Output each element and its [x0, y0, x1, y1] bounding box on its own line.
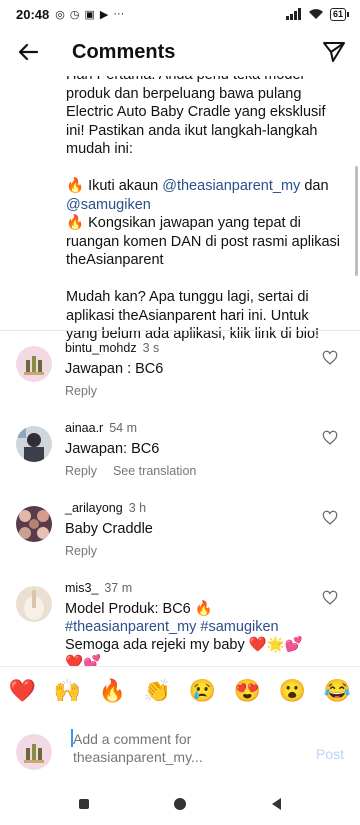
comment-author[interactable]: ainaa.r 54 m: [65, 421, 137, 435]
emoji-button[interactable]: 😍: [232, 678, 264, 704]
page-title: Comments: [72, 40, 176, 63]
comment-item: mis3_ 37 m Model Produk: BC6 🔥 #theasianp…: [0, 578, 360, 666]
mention-link[interactable]: @theasianparent_my: [162, 178, 300, 194]
caption-line: aplikasi theAsianparent hari ini. Untuk: [66, 307, 309, 324]
emoji-button[interactable]: 👏: [142, 678, 174, 704]
timestamp: 54 m: [109, 421, 138, 435]
comment-text: Jawapan: BC6: [65, 441, 160, 457]
timestamp: 3 s: [142, 341, 160, 355]
system-nav-bar: [0, 782, 360, 825]
comment-author[interactable]: bintu_mohdz 3 s: [65, 341, 159, 355]
notification-icons: ◎ ◷ ▣ ▶ ···: [55, 8, 124, 21]
caption-line: theAsianparent: [66, 252, 164, 268]
avatar[interactable]: [16, 426, 52, 462]
square-icon: [79, 798, 89, 809]
caption-line: Hari Pertama. Anda perlu teka model: [66, 76, 346, 85]
heart-icon[interactable]: [322, 590, 338, 606]
username[interactable]: mis3_: [65, 581, 98, 595]
comment-actions: Reply: [65, 384, 97, 398]
emoji-button[interactable]: ❤️: [7, 678, 39, 704]
heart-icon[interactable]: [322, 350, 338, 366]
whatsapp-icon: ◎: [55, 8, 65, 21]
comment-author[interactable]: mis3_ 37 m: [65, 581, 132, 595]
reply-button[interactable]: Reply: [65, 544, 97, 558]
caption-line: produk dan berpeluang bawa pulang: [66, 85, 302, 102]
battery-icon: 61: [329, 7, 350, 21]
post-caption: Hari Pertama. Anda perlu teka model prod…: [66, 76, 346, 344]
emoji-button[interactable]: 😂: [322, 678, 354, 704]
comment-item: ainaa.r 54 m Jawapan: BC6 Reply See transl…: [0, 418, 360, 498]
divider: [0, 330, 360, 331]
status-bar: 20:48 ◎ ◷ ▣ ▶ ··· 61: [0, 0, 360, 28]
avatar[interactable]: [16, 506, 52, 542]
comment-actions: Reply See translation: [65, 464, 196, 478]
share-button[interactable]: [308, 28, 360, 76]
comments-list[interactable]: Hari Pertama. Anda perlu teka model prod…: [0, 76, 360, 666]
status-time: 20:48: [16, 6, 50, 22]
comment-actions: Reply: [65, 544, 97, 558]
caption-line: 🔥 Ikuti akaun @theasianparent_my dan: [66, 177, 346, 196]
caption-line: mudah ini:: [66, 141, 133, 157]
timestamp: 37 m: [104, 581, 133, 595]
comment-input[interactable]: [73, 730, 293, 766]
scrollbar[interactable]: [355, 166, 358, 276]
heart-icon[interactable]: [322, 430, 338, 446]
emoji-button[interactable]: 😮: [277, 678, 309, 704]
triangle-back-icon: [272, 797, 281, 810]
heart-icon[interactable]: [322, 510, 338, 526]
comment-composer: Post: [0, 714, 360, 782]
emoji-button[interactable]: 🙌: [52, 678, 84, 704]
reply-button[interactable]: Reply: [65, 384, 97, 398]
comment-line: Model Produk: BC6 🔥: [65, 601, 213, 617]
back-button[interactable]: [0, 28, 56, 76]
emoji-button[interactable]: 😢: [187, 678, 219, 704]
comment-author[interactable]: _arilayong 3 h: [65, 501, 146, 515]
more-dots-icon: ···: [113, 8, 125, 20]
see-translation-button[interactable]: See translation: [113, 464, 196, 478]
sim-icon: ▣: [84, 8, 95, 21]
caption-line: ini! Pastikan anda ikut langkah-langkah: [66, 122, 318, 139]
emoji-quick-bar: ❤️ 🙌 🔥 👏 😢 😍 😮 😂: [0, 666, 360, 714]
caption-line: ruangan komen DAN di post rasmi aplikasi: [66, 233, 341, 250]
recents-button[interactable]: [72, 792, 96, 816]
avatar[interactable]: [16, 586, 52, 622]
comment-text: Baby Craddle: [65, 521, 153, 537]
reply-button[interactable]: Reply: [65, 464, 97, 478]
circle-icon: [174, 797, 186, 810]
comment-text: Model Produk: BC6 🔥 #theasianparent_my #…: [65, 600, 325, 666]
caption-text: dan: [300, 178, 329, 194]
avatar[interactable]: [16, 346, 52, 382]
post-button[interactable]: Post: [316, 746, 344, 762]
comment-item: _arilayong 3 h Baby Craddle Reply: [0, 498, 360, 578]
caption-line: Mudah kan? Apa tunggu lagi, sertai di: [66, 289, 309, 305]
back-nav-button[interactable]: [264, 792, 288, 816]
mention-link[interactable]: @samugiken: [66, 197, 151, 213]
clock-icon: ◷: [69, 8, 80, 21]
username[interactable]: _arilayong: [65, 501, 123, 515]
signal-icon: [285, 8, 301, 20]
caption-text: 🔥 Ikuti akaun: [66, 178, 163, 194]
play-icon: ▶: [99, 8, 109, 21]
wifi-icon: [308, 9, 323, 19]
caption-line: Electric Auto Baby Cradle yang eksklusif: [66, 104, 326, 120]
emoji-button[interactable]: 🔥: [97, 678, 129, 704]
username[interactable]: ainaa.r: [65, 421, 103, 435]
timestamp: 3 h: [128, 501, 147, 515]
caption-line: 🔥 Kongsikan jawapan yang tepat di: [66, 215, 301, 231]
comment-text: Jawapan : BC6: [65, 361, 164, 377]
paper-plane-icon: [323, 42, 345, 62]
comment-item: bintu_mohdz 3 s Jawapan : BC6 Reply: [0, 338, 360, 418]
arrow-left-icon: [18, 43, 39, 61]
my-avatar: [16, 734, 52, 770]
home-button[interactable]: [168, 792, 192, 816]
caption-line: @samugiken: [66, 196, 346, 215]
header: Comments: [0, 28, 360, 76]
comment-line: ❤️💕: [65, 655, 102, 666]
comment-line: Semoga ada rejeki my baby ❤️🌟💕: [65, 637, 303, 653]
username[interactable]: bintu_mohdz: [65, 341, 137, 355]
hashtag-link[interactable]: #theasianparent_my #samugiken: [65, 618, 325, 636]
